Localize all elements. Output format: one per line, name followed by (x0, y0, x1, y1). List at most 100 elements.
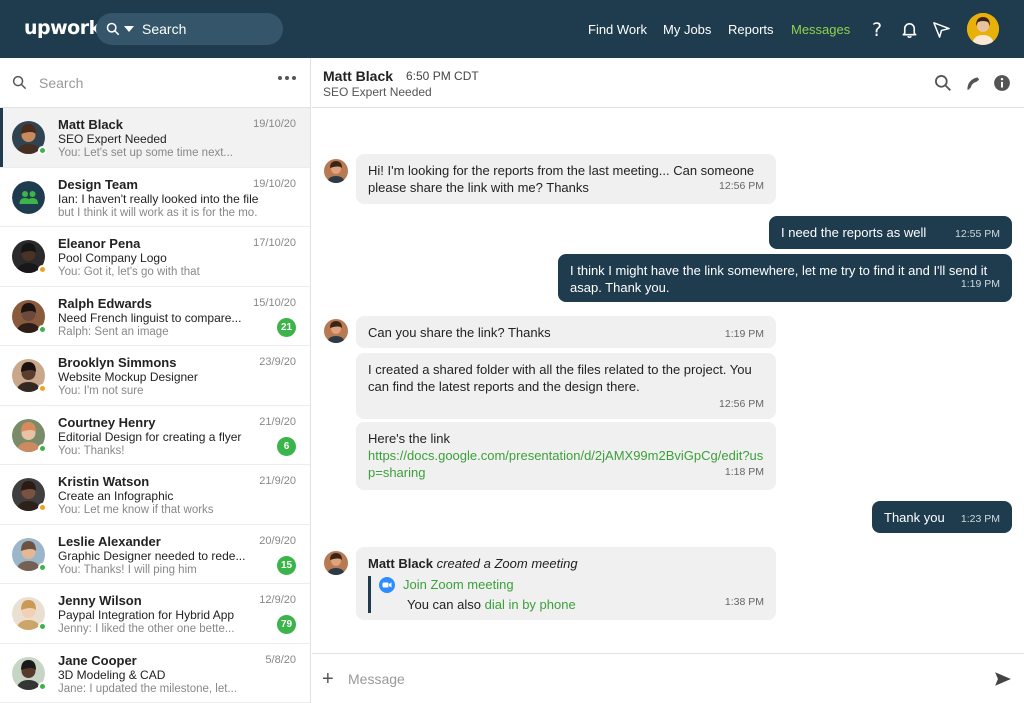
search-scope-dropdown-icon[interactable] (124, 26, 134, 32)
sender-avatar (324, 319, 348, 343)
conversation-preview: Ralph: Sent an image (58, 325, 169, 338)
help-icon[interactable]: ? (866, 18, 888, 40)
upwork-logo[interactable]: upwork (24, 17, 101, 39)
global-search-input[interactable]: Search (96, 13, 283, 45)
conversation-subject: Pool Company Logo (58, 251, 167, 265)
message-composer: + Message (312, 653, 1024, 703)
online-status-dot (38, 622, 47, 631)
message-bubble-incoming: Hi! I'm looking for the reports from the… (356, 154, 776, 204)
conversation-name: Eleanor Pena (58, 236, 141, 251)
conversation-name: Leslie Alexander (58, 533, 161, 549)
conversation-date: 5/8/20 (265, 653, 296, 666)
away-status-dot (38, 384, 47, 393)
conversation-name: Kristin Watson (58, 474, 150, 489)
conversation-item[interactable]: Ralph Edwards 15/10/20 Need French linguis… (0, 287, 310, 346)
svg-text:?: ? (872, 19, 882, 39)
conversation-preview: You: Thanks! (58, 444, 125, 457)
conversation-avatar (12, 656, 47, 691)
more-options-icon[interactable] (278, 76, 296, 80)
conversation-search-input[interactable]: Search (0, 58, 310, 108)
dial-in-by-phone-link[interactable]: dial in by phone (485, 597, 576, 612)
message-bubble-incoming: Can you share the link? Thanks 1:19 PM (356, 316, 776, 348)
nav-messages[interactable]: Messages (791, 22, 850, 37)
conversation-item[interactable]: Courtney Henry 21/9/20 Editorial Design fo… (0, 406, 310, 465)
message-bubble-incoming: I created a shared folder with all the f… (356, 353, 776, 419)
user-avatar[interactable] (967, 13, 999, 45)
conversation-item[interactable]: Leslie Alexander 20/9/20 Graphic Designer … (0, 525, 310, 584)
conversation-name: Courtney Henry (58, 414, 156, 430)
nav-my-jobs[interactable]: My Jobs (663, 22, 711, 37)
send-icon[interactable] (994, 670, 1012, 688)
conversation-subject: Need French linguist to compare... (58, 310, 242, 325)
conversation-date: 12/9/20 (259, 594, 296, 606)
conversation-subject: Website Mockup Designer (58, 370, 198, 384)
conversation-list-panel: Search Matt Black 19/10/20 SEO Expert Need… (0, 58, 311, 703)
conversation-subject: Create an Infographic (58, 489, 174, 503)
conversation-date: 23/9/20 (259, 356, 296, 368)
conversation-item[interactable]: Matt Black 19/10/20 SEO Expert Needed You: … (0, 108, 310, 168)
conversation-name: Matt Black (58, 117, 124, 132)
info-icon[interactable] (993, 74, 1011, 92)
message-text: I need the reports as well (781, 225, 927, 240)
join-zoom-meeting-link[interactable]: Join Zoom meeting (403, 576, 514, 593)
conversation-date: 21/9/20 (259, 415, 296, 428)
conversation-subject: SEO Expert Needed (58, 132, 167, 146)
message-time: 1:23 PM (960, 513, 1000, 525)
conversation-date: 15/10/20 (253, 296, 296, 309)
message-text: I created a shared folder with all the f… (368, 362, 752, 394)
conversation-avatar (12, 121, 47, 155)
message-text: Can you share the link? Thanks (368, 325, 551, 340)
online-status-dot (38, 681, 47, 691)
conversation-date: 19/10/20 (253, 177, 296, 190)
conversation-item[interactable]: Eleanor Pena 17/10/20 Pool Company Logo You… (0, 227, 310, 287)
direct-contracts-send-icon[interactable] (930, 18, 952, 40)
conversation-item[interactable]: Design Team 19/10/20 Ian: I haven't really… (0, 168, 310, 227)
zoom-actor-name: Matt Black (368, 556, 434, 571)
message-bubble-outgoing: I think I might have the link somewhere,… (558, 254, 1012, 302)
notifications-bell-icon[interactable] (898, 18, 920, 40)
search-icon (12, 75, 27, 90)
online-status-dot (38, 324, 47, 334)
conversation-date: 21/9/20 (259, 475, 296, 487)
message-time: 1:19 PM (960, 278, 1000, 290)
chat-contact-name[interactable]: Matt Black (323, 68, 393, 84)
conversation-item[interactable]: Kristin Watson 21/9/20 Create an Infograph… (0, 465, 310, 525)
message-text: I think I might have the link somewhere,… (570, 263, 988, 295)
message-time: 1:19 PM (724, 328, 764, 340)
message-time: 12:56 PM (719, 180, 764, 192)
conversation-item[interactable]: Jane Cooper 5/8/20 3D Modeling & CAD Jane: … (0, 644, 310, 703)
conversation-item[interactable]: Jenny Wilson 12/9/20 Paypal Integration fo… (0, 584, 310, 644)
chat-subject[interactable]: SEO Expert Needed (323, 85, 432, 99)
conversation-item[interactable]: Brooklyn Simmons 23/9/20 Website Mockup De… (0, 346, 310, 406)
nav-reports[interactable]: Reports (728, 22, 774, 37)
conversation-date: 20/9/20 (259, 534, 296, 547)
conversation-avatar (12, 597, 47, 631)
conversation-preview: You: I'm not sure (58, 385, 144, 397)
zoom-video-icon (379, 576, 395, 593)
conversation-list: Matt Black 19/10/20 SEO Expert Needed You: … (0, 108, 310, 703)
unread-count-badge: 79 (277, 615, 296, 634)
shared-link[interactable]: https://docs.google.com/presentation/d/2… (368, 447, 768, 481)
search-placeholder: Search (142, 21, 187, 37)
call-icon[interactable] (964, 74, 982, 92)
zoom-meeting-details: Join Zoom meeting You can also dial in b… (368, 576, 764, 613)
chat-header: Matt Black 6:50 PM CDT SEO Expert Needed (312, 58, 1024, 108)
online-status-dot (38, 443, 47, 453)
sender-avatar (324, 159, 348, 183)
message-time: 1:38 PM (724, 596, 764, 608)
conversation-preview: Jenny: I liked the other one bette... (58, 623, 235, 635)
conversation-name: Jane Cooper (58, 652, 137, 668)
unread-count-badge: 6 (277, 436, 296, 456)
conversation-subject: Paypal Integration for Hybrid App (58, 608, 235, 622)
conversation-name: Ralph Edwards (58, 295, 152, 311)
conversation-subject: 3D Modeling & CAD (58, 667, 166, 682)
unread-count-badge: 15 (277, 555, 296, 575)
zoom-action-text: created a Zoom meeting (436, 556, 578, 571)
attach-plus-icon[interactable]: + (322, 669, 334, 689)
search-in-chat-icon[interactable] (934, 74, 952, 92)
conversation-avatar (12, 180, 45, 214)
nav-find-work[interactable]: Find Work (588, 22, 647, 37)
away-status-dot (38, 265, 47, 274)
message-input[interactable]: Message (348, 671, 405, 687)
conversation-avatar (12, 478, 47, 512)
